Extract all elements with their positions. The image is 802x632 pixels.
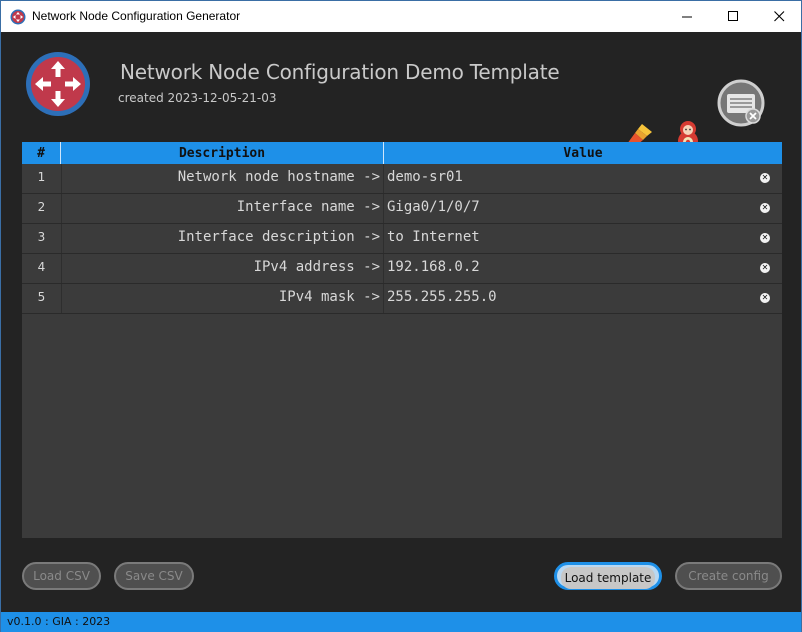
row-value[interactable]: to Internet <box>384 224 744 253</box>
minimize-button[interactable] <box>664 1 710 32</box>
close-button[interactable] <box>756 1 802 32</box>
load-template-label: Load template <box>561 567 655 589</box>
table-row[interactable]: 2 Interface name -> Giga0/1/0/7 ✕ <box>22 194 782 224</box>
row-number: 4 <box>37 260 46 274</box>
row-description: Interface description -> <box>61 224 384 253</box>
load-template-button[interactable]: Load template <box>554 562 662 590</box>
row-number: 1 <box>37 170 46 184</box>
row-value[interactable]: 192.168.0.2 <box>384 254 744 283</box>
delete-row-icon[interactable]: ✕ <box>760 203 770 213</box>
row-number: 3 <box>37 230 46 244</box>
delete-row-icon[interactable]: ✕ <box>760 173 770 183</box>
column-header-number[interactable]: # <box>22 142 61 164</box>
row-description: Interface name -> <box>61 194 384 223</box>
row-description: Network node hostname -> <box>61 164 384 193</box>
maximize-icon <box>727 11 738 21</box>
delete-row-icon[interactable]: ✕ <box>760 233 770 243</box>
column-header-description[interactable]: Description <box>61 142 384 164</box>
table-header: # Description Value <box>22 142 782 164</box>
table-row[interactable]: 1 Network node hostname -> demo-sr01 ✕ <box>22 164 782 194</box>
row-value[interactable]: demo-sr01 <box>384 164 744 193</box>
version-label: v0.1.0 : GIA : 2023 <box>7 615 111 628</box>
row-value[interactable]: 255.255.255.0 <box>384 284 744 313</box>
template-config-icon[interactable] <box>717 79 767 129</box>
row-number: 5 <box>37 290 46 304</box>
row-description: IPv4 mask -> <box>61 284 384 313</box>
created-timestamp: created 2023-12-05-21-03 <box>118 91 277 105</box>
title-bar: Network Node Configuration Generator <box>1 1 801 32</box>
app-window: Network Node Configuration Generator Net… <box>0 0 802 632</box>
row-value[interactable]: Giga0/1/0/7 <box>384 194 744 223</box>
row-number: 2 <box>37 200 46 214</box>
close-icon <box>773 11 784 22</box>
template-title: Network Node Configuration Demo Template <box>120 60 560 84</box>
create-config-button[interactable]: Create config <box>675 562 782 590</box>
minimize-icon <box>681 16 692 18</box>
table-row[interactable]: 3 Interface description -> to Internet ✕ <box>22 224 782 254</box>
maximize-button[interactable] <box>710 1 756 32</box>
table-row[interactable]: 4 IPv4 address -> 192.168.0.2 ✕ <box>22 254 782 284</box>
status-bar: v0.1.0 : GIA : 2023 <box>1 612 801 632</box>
delete-row-icon[interactable]: ✕ <box>760 293 770 303</box>
delete-row-icon[interactable]: ✕ <box>760 263 770 273</box>
column-header-value[interactable]: Value <box>384 142 782 164</box>
config-table: # Description Value 1 Network node hostn… <box>22 142 782 538</box>
router-arrows-icon <box>26 52 90 116</box>
app-icon <box>10 9 26 25</box>
save-csv-button[interactable]: Save CSV <box>114 562 194 590</box>
row-description: IPv4 address -> <box>61 254 384 283</box>
load-csv-button[interactable]: Load CSV <box>22 562 101 590</box>
table-row[interactable]: 5 IPv4 mask -> 255.255.255.0 ✕ <box>22 284 782 314</box>
window-title: Network Node Configuration Generator <box>32 9 241 23</box>
